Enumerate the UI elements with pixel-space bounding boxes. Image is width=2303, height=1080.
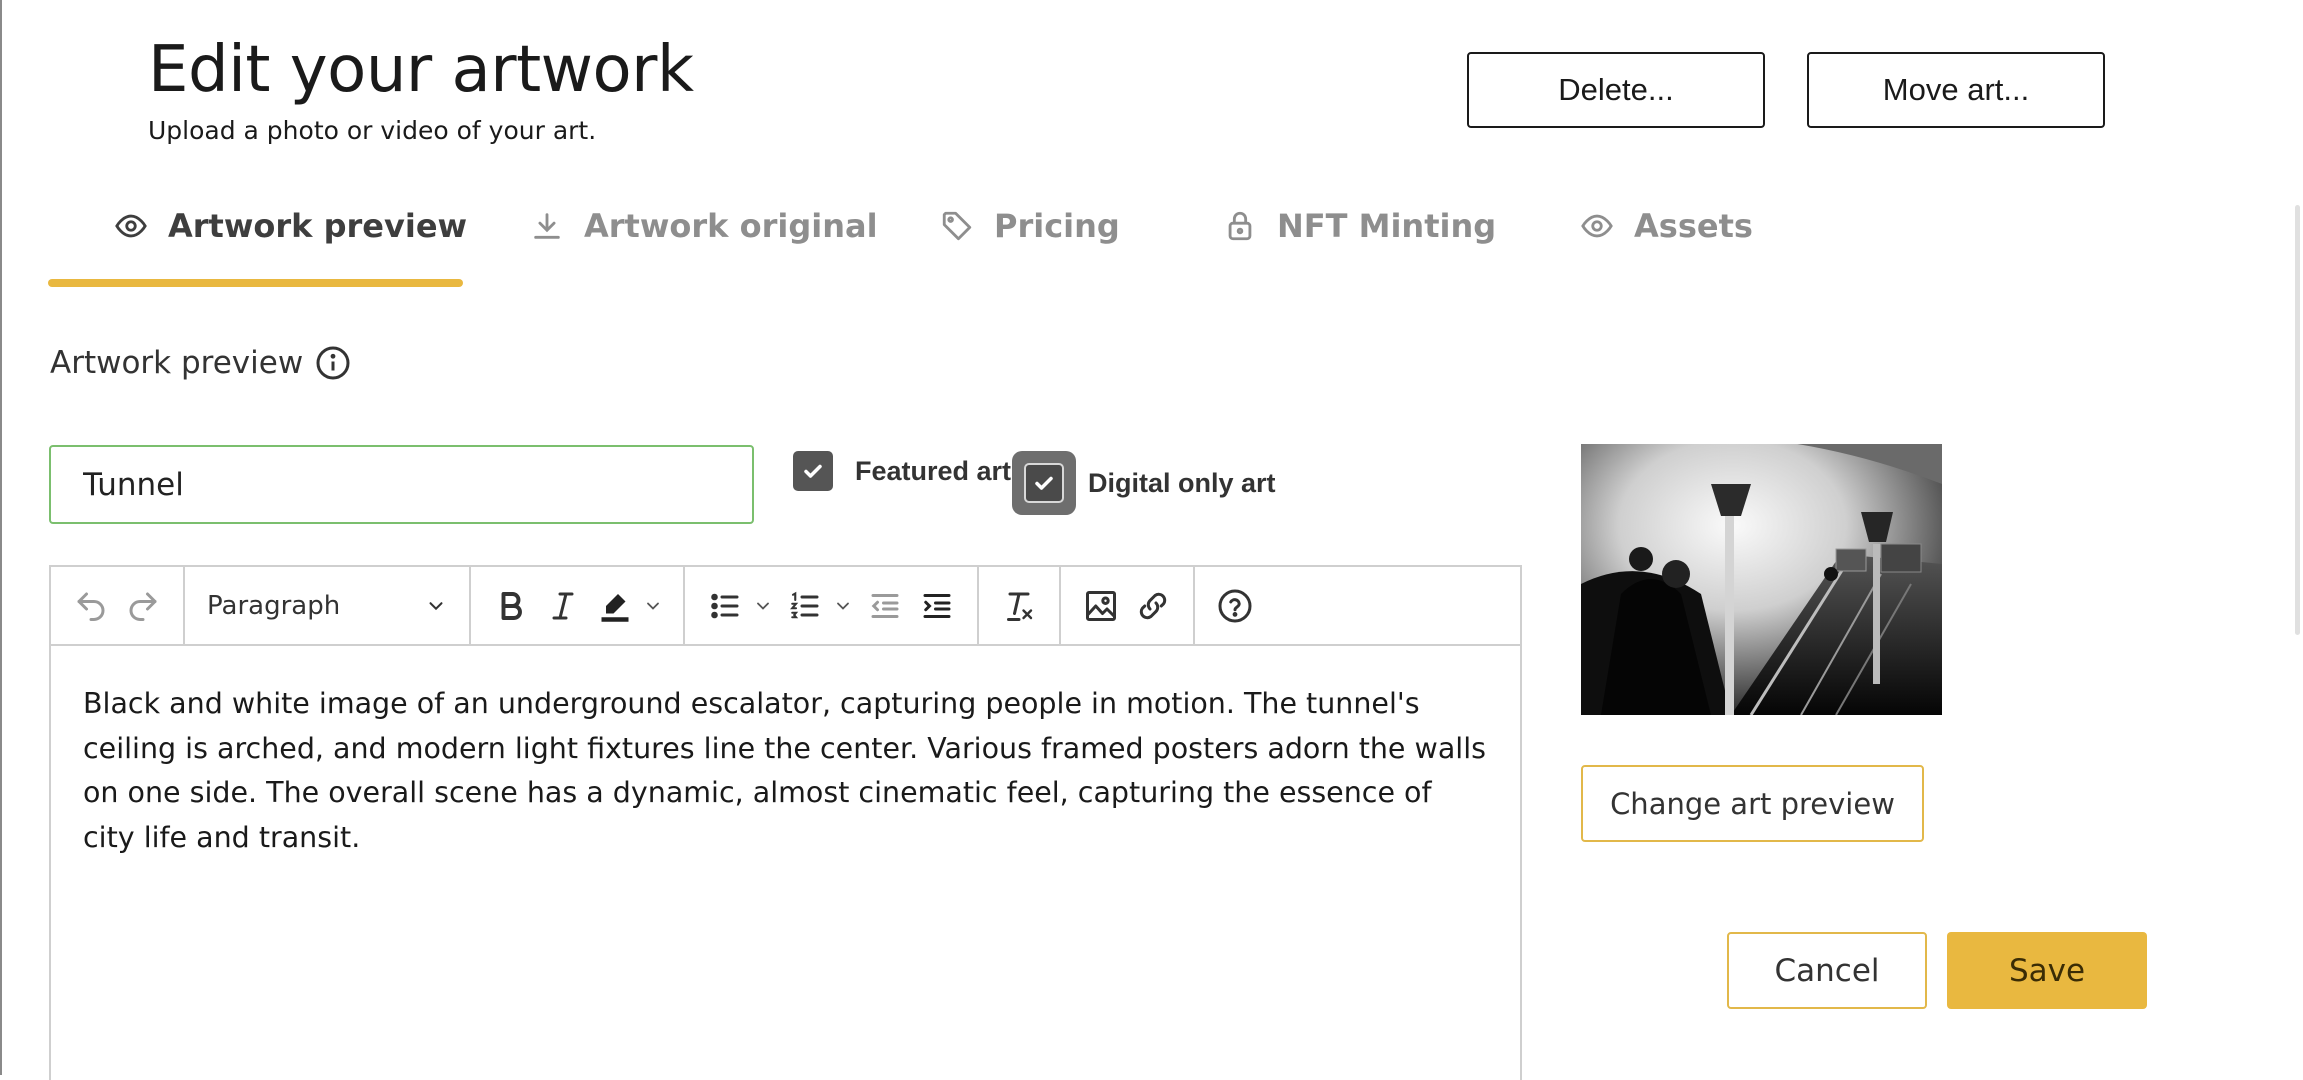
change-art-preview-button[interactable]: Change art preview bbox=[1581, 765, 1924, 842]
italic-button[interactable] bbox=[537, 576, 589, 636]
block-format-value: Paragraph bbox=[207, 590, 341, 621]
bullet-list-split-button[interactable] bbox=[699, 576, 779, 636]
help-icon bbox=[1218, 589, 1252, 622]
featured-art-option[interactable]: Featured art bbox=[793, 451, 1011, 491]
image-icon bbox=[1086, 590, 1116, 621]
chevron-down-icon[interactable] bbox=[753, 596, 773, 616]
redo-icon bbox=[129, 592, 157, 621]
scrollbar-thumb[interactable] bbox=[2295, 205, 2300, 635]
italic-icon bbox=[552, 592, 574, 619]
insert-link-button[interactable] bbox=[1127, 576, 1179, 636]
scrollbar[interactable] bbox=[2289, 0, 2303, 1075]
delete-button[interactable]: Delete... bbox=[1467, 52, 1765, 128]
tab-artwork-preview[interactable]: Artwork preview bbox=[114, 207, 467, 245]
page-title: Edit your artwork bbox=[148, 33, 694, 107]
bullet-list-button[interactable] bbox=[699, 576, 751, 636]
section-heading: Artwork preview bbox=[50, 345, 351, 381]
indent-icon bbox=[923, 593, 951, 618]
outdent-icon bbox=[871, 593, 899, 618]
highlight-button[interactable] bbox=[589, 576, 641, 636]
tab-label: Pricing bbox=[994, 207, 1120, 245]
tab-label: Artwork preview bbox=[168, 207, 468, 245]
tab-label: NFT Minting bbox=[1277, 207, 1497, 245]
insert-group bbox=[1061, 567, 1195, 644]
featured-art-label: Featured art bbox=[855, 455, 1012, 486]
numbered-list-button[interactable] bbox=[779, 576, 831, 636]
tab-label: Artwork original bbox=[584, 207, 878, 245]
tag-icon bbox=[942, 211, 972, 241]
tab-assets[interactable]: Assets bbox=[1580, 207, 1753, 245]
link-icon bbox=[1139, 592, 1167, 619]
rich-text-editor[interactable]: Paragraph Black and white image of an un… bbox=[49, 565, 1522, 1080]
list-group bbox=[685, 567, 979, 644]
chevron-down-icon[interactable] bbox=[833, 596, 853, 616]
tab-nft-minting[interactable]: NFT Minting bbox=[1223, 207, 1496, 245]
chevron-down-icon bbox=[429, 601, 443, 610]
bold-icon bbox=[501, 591, 522, 620]
highlight-icon bbox=[601, 593, 629, 622]
tab-bar: Artwork preview Artwork original Pricing… bbox=[48, 195, 1753, 290]
eye-icon bbox=[115, 214, 147, 238]
undo-icon bbox=[77, 592, 105, 621]
move-art-button[interactable]: Move art... bbox=[1807, 52, 2105, 128]
info-icon[interactable] bbox=[315, 345, 351, 381]
bullet-list-icon bbox=[711, 593, 739, 618]
artwork-name-input[interactable] bbox=[49, 445, 754, 524]
history-group bbox=[51, 567, 185, 644]
editor-content[interactable]: Black and white image of an underground … bbox=[51, 646, 1520, 896]
clear-format-icon bbox=[1007, 592, 1033, 621]
block-format-group: Paragraph bbox=[185, 567, 471, 644]
block-format-select[interactable]: Paragraph bbox=[199, 591, 455, 621]
section-heading-text: Artwork preview bbox=[50, 345, 304, 381]
page-subtitle: Upload a photo or video of your art. bbox=[148, 116, 597, 145]
insert-image-button[interactable] bbox=[1075, 576, 1127, 636]
window-edge bbox=[0, 0, 2, 1075]
undo-button[interactable] bbox=[65, 576, 117, 636]
artwork-preview-image bbox=[1581, 444, 1942, 715]
clear-format-group bbox=[979, 567, 1061, 644]
digital-only-option[interactable]: Digital only art bbox=[1012, 451, 1276, 515]
text-style-group bbox=[471, 567, 685, 644]
active-tab-indicator bbox=[48, 279, 463, 287]
save-button[interactable]: Save bbox=[1947, 932, 2147, 1009]
numbered-list-icon bbox=[790, 591, 819, 618]
tab-pricing[interactable]: Pricing bbox=[940, 207, 1120, 245]
tab-artwork-original[interactable]: Artwork original bbox=[530, 207, 878, 245]
checkmark-icon bbox=[804, 464, 822, 478]
tab-label: Assets bbox=[1634, 207, 1753, 245]
bold-button[interactable] bbox=[485, 576, 537, 636]
highlight-split-button[interactable] bbox=[589, 576, 669, 636]
clear-format-button[interactable] bbox=[993, 576, 1045, 636]
checkbox-focus-ring bbox=[1012, 451, 1076, 515]
digital-only-label: Digital only art bbox=[1088, 467, 1276, 498]
checkmark-icon bbox=[1035, 476, 1053, 490]
digital-only-checkbox[interactable] bbox=[1024, 463, 1064, 503]
indent-button[interactable] bbox=[911, 576, 963, 636]
redo-button[interactable] bbox=[117, 576, 169, 636]
chevron-down-icon[interactable] bbox=[643, 596, 663, 616]
eye-icon bbox=[1581, 214, 1613, 238]
cancel-button[interactable]: Cancel bbox=[1727, 932, 1927, 1009]
lock-icon bbox=[1228, 211, 1252, 241]
featured-art-checkbox[interactable] bbox=[793, 451, 833, 491]
outdent-button[interactable] bbox=[859, 576, 911, 636]
help-button[interactable] bbox=[1209, 576, 1261, 636]
download-icon bbox=[534, 213, 560, 239]
help-group bbox=[1195, 567, 1275, 644]
editor-toolbar: Paragraph bbox=[51, 567, 1520, 646]
numbered-list-split-button[interactable] bbox=[779, 576, 859, 636]
